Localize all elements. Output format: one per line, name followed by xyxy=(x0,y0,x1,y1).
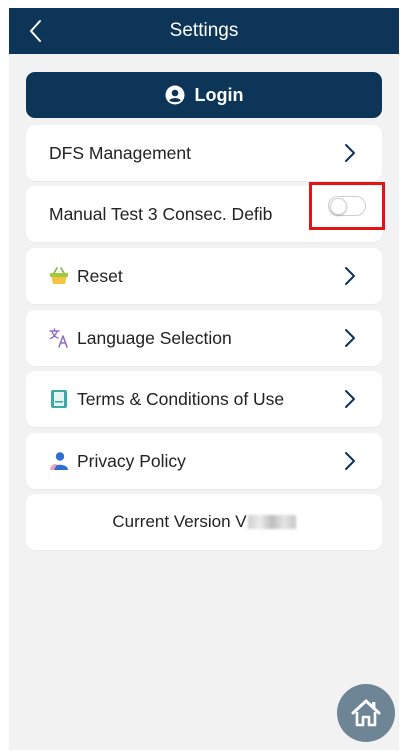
dfs-management-item[interactable]: DFS Management xyxy=(26,125,382,181)
basket-icon xyxy=(49,266,69,286)
login-button[interactable]: Login xyxy=(26,72,382,118)
back-button[interactable] xyxy=(23,18,47,44)
version-number-redacted xyxy=(247,515,296,529)
chevron-left-icon xyxy=(30,20,41,42)
page-title: Settings xyxy=(169,20,239,41)
terms-conditions-item[interactable]: Terms & Conditions of Use xyxy=(26,371,382,427)
chevron-right-icon xyxy=(342,388,358,410)
screen: Settings Login DFS Management Manual Tes… xyxy=(9,8,399,750)
privacy-policy-label: Privacy Policy xyxy=(77,450,186,471)
language-selection-label: Language Selection xyxy=(77,327,232,348)
app-header: Settings xyxy=(9,8,399,54)
language-selection-item[interactable]: Language Selection xyxy=(26,310,382,366)
home-button[interactable] xyxy=(337,684,395,742)
person-icon xyxy=(49,451,69,471)
user-circle-icon xyxy=(165,85,185,105)
terms-conditions-label: Terms & Conditions of Use xyxy=(77,388,285,409)
toggle-highlight-box xyxy=(309,182,385,230)
chevron-right-icon xyxy=(342,265,358,287)
chevron-right-icon xyxy=(342,450,358,472)
manual-test-toggle[interactable] xyxy=(328,196,366,216)
reset-label: Reset xyxy=(77,265,123,286)
chevron-right-icon xyxy=(342,327,358,349)
privacy-policy-item[interactable]: Privacy Policy xyxy=(26,433,382,489)
reset-item[interactable]: Reset xyxy=(26,248,382,304)
toggle-knob xyxy=(330,198,347,215)
home-icon xyxy=(351,699,381,727)
document-icon xyxy=(49,389,69,409)
current-version-item: Current Version V xyxy=(26,494,382,550)
dfs-management-label: DFS Management xyxy=(49,142,192,163)
login-label: Login xyxy=(194,84,244,105)
current-version-label: Current Version V xyxy=(112,512,247,531)
translate-icon xyxy=(49,328,69,348)
chevron-right-icon xyxy=(342,142,358,164)
